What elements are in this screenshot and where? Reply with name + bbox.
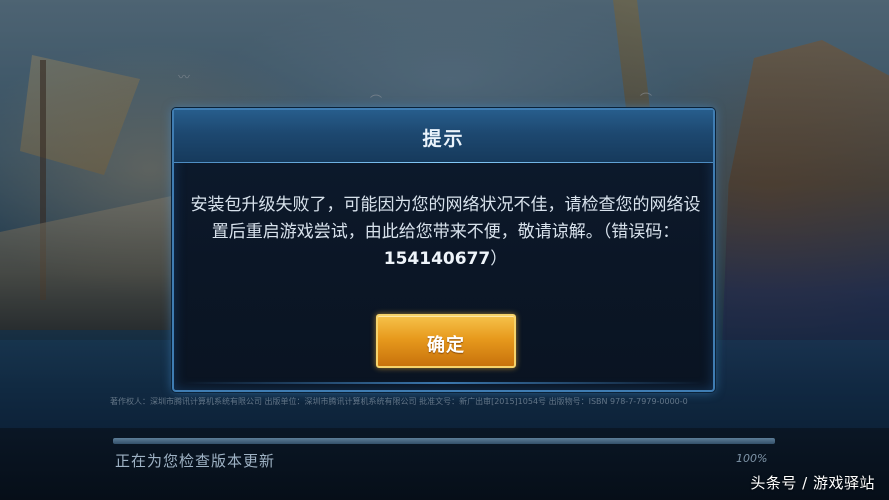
confirm-button[interactable]: 确定	[376, 314, 516, 368]
dialog-message-suffix: ）	[490, 249, 508, 269]
progress-fill	[113, 438, 775, 444]
watermark: 头条号 / 游戏驿站	[750, 474, 875, 492]
dialog-header: 提示	[174, 110, 713, 163]
confirm-button-label: 确定	[427, 335, 465, 356]
game-screen: 〰 ⌒ ⌒ 著作权人：深圳市腾讯计算机系统有限公司 出版单位：深圳市腾讯计算机系…	[0, 0, 889, 500]
error-dialog: 提示 安装包升级失败了，可能因为您的网络状况不佳，请检查您的网络设置后重启游戏尝…	[172, 108, 715, 392]
dialog-message: 安装包升级失败了，可能因为您的网络状况不佳，请检查您的网络设置后重启游戏尝试，由…	[188, 192, 703, 273]
loading-status-text: 正在为您检查版本更新	[115, 452, 276, 470]
copyright-line: 著作权人：深圳市腾讯计算机系统有限公司 出版单位：深圳市腾讯计算机系统有限公司 …	[110, 397, 688, 406]
error-code: 154140677	[383, 249, 491, 269]
progress-track	[113, 438, 775, 444]
dialog-message-text: 安装包升级失败了，可能因为您的网络状况不佳，请检查您的网络设置后重启游戏尝试，由…	[190, 195, 701, 242]
dialog-title: 提示	[422, 128, 465, 150]
progress-percent-label: 100%	[736, 452, 768, 465]
